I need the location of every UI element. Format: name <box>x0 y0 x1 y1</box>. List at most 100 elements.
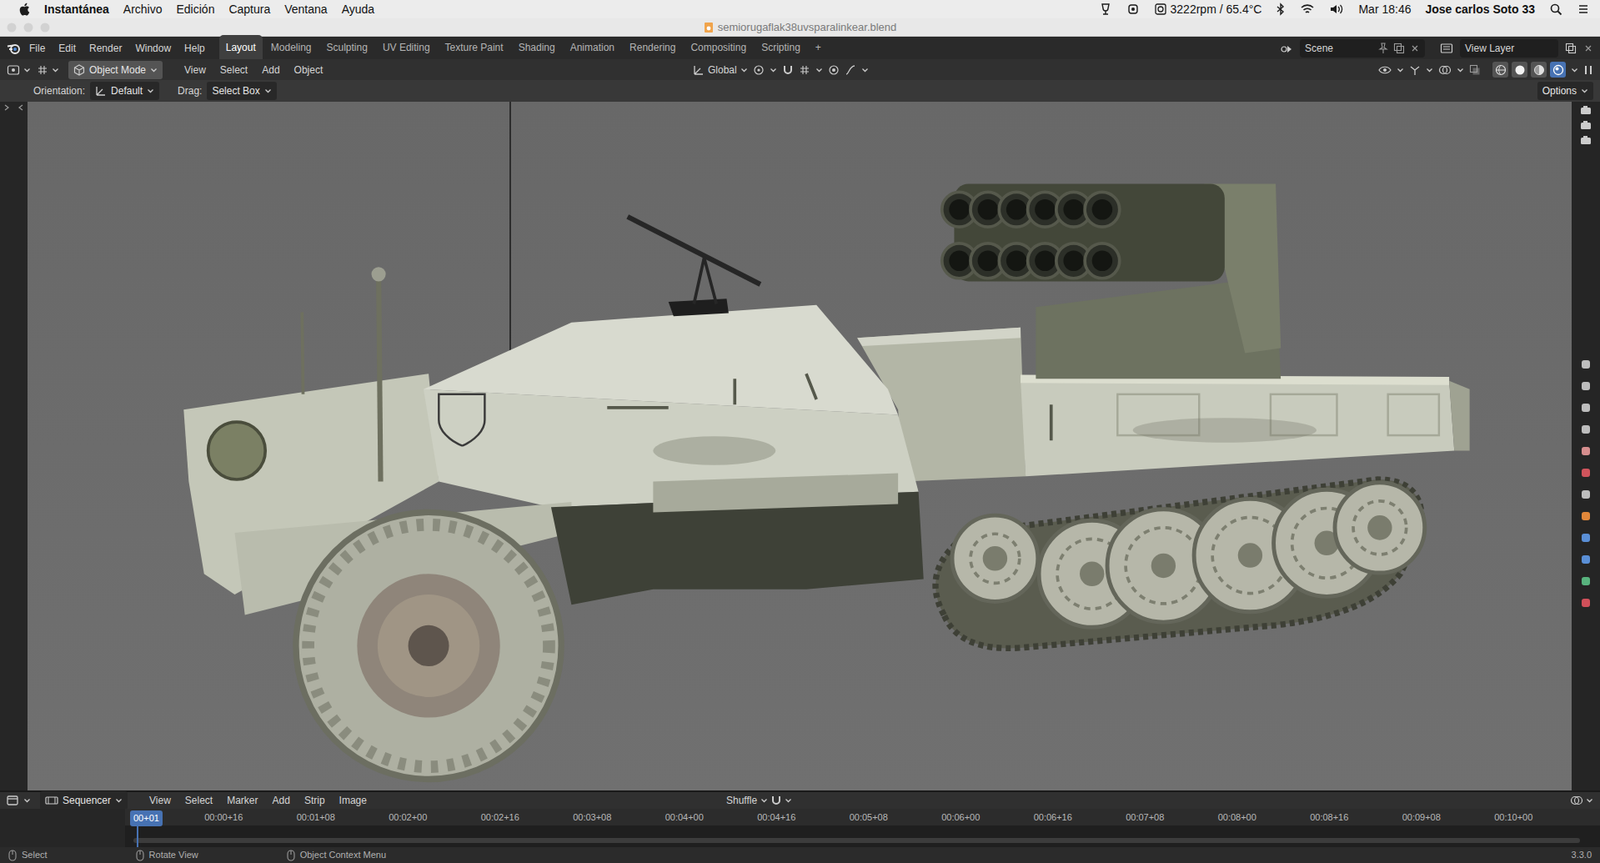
modifier-tab-icon[interactable] <box>1579 531 1592 544</box>
snap-grid-icon[interactable] <box>798 64 811 76</box>
xray-icon[interactable] <box>1469 64 1481 76</box>
sequencer-type-dropdown[interactable]: Sequencer <box>40 791 128 810</box>
falloff-icon[interactable] <box>844 64 857 76</box>
mode-dropdown[interactable]: Object Mode <box>68 60 163 80</box>
editor-type-dropdown[interactable] <box>6 64 31 76</box>
sequencer-menu[interactable]: Image <box>333 790 373 811</box>
viewport-menu[interactable]: Add <box>255 60 286 81</box>
workspace-tab[interactable]: Modeling <box>264 35 319 60</box>
clock[interactable]: Mar 18:46 <box>1358 0 1411 19</box>
bluetooth-icon[interactable] <box>1275 2 1286 16</box>
magnet-icon[interactable] <box>782 64 794 76</box>
scene-tab-icon[interactable] <box>1579 445 1592 457</box>
view-layer-icon[interactable] <box>1439 42 1454 55</box>
expand-icon[interactable] <box>3 103 11 112</box>
user-name[interactable]: Jose carlos Soto 33 <box>1424 0 1535 19</box>
menu-item[interactable]: Edición <box>176 0 216 19</box>
chip-icon[interactable] <box>1126 2 1140 16</box>
options-dropdown[interactable]: Options <box>1537 81 1594 101</box>
wifi-icon[interactable] <box>1299 3 1315 16</box>
top-menu[interactable]: Help <box>178 38 211 59</box>
apple-icon[interactable] <box>18 2 31 16</box>
material-tab-icon[interactable] <box>1579 596 1592 609</box>
menu-item[interactable]: Ventana <box>284 0 327 19</box>
workspace-tab[interactable]: Layout <box>219 35 263 60</box>
horizontal-scrollbar[interactable] <box>133 837 1580 843</box>
playhead[interactable] <box>136 825 139 848</box>
add-workspace-button[interactable]: + <box>808 35 828 60</box>
world-tab-icon[interactable] <box>1579 466 1592 479</box>
workspace-tab[interactable]: Scripting <box>754 35 808 60</box>
sequencer-menu[interactable]: Select <box>179 790 219 811</box>
blender-logo-icon[interactable] <box>6 41 22 56</box>
view-layer-field[interactable]: View Layer <box>1459 39 1559 58</box>
view-layer-selector[interactable]: View Layer <box>1439 39 1594 58</box>
3d-viewport[interactable] <box>27 101 1572 791</box>
close-icon[interactable] <box>1409 43 1420 54</box>
glass-icon[interactable] <box>1098 2 1113 16</box>
editor-type-dropdown[interactable] <box>36 64 60 76</box>
zoom-light-icon[interactable] <box>40 22 51 33</box>
current-frame[interactable]: 00+01 <box>130 810 163 827</box>
camera-icon[interactable] <box>1579 120 1592 131</box>
gizmo-icon[interactable] <box>1409 64 1421 76</box>
sequencer-menu[interactable]: Strip <box>298 790 332 811</box>
shading-button[interactable] <box>1530 61 1547 78</box>
scene-selector[interactable]: Scene <box>1279 39 1425 58</box>
search-icon[interactable] <box>1549 2 1563 16</box>
top-menu[interactable]: Render <box>83 38 128 59</box>
sequencer-menu[interactable]: Marker <box>220 790 264 811</box>
vehicle-render[interactable] <box>27 101 1572 791</box>
minimize-light-icon[interactable] <box>23 22 34 33</box>
view-layer-tab-icon[interactable] <box>1579 423 1592 436</box>
workspace-tab[interactable]: Texture Paint <box>438 35 511 60</box>
collapse-icon[interactable] <box>17 103 25 112</box>
notification-icon[interactable] <box>1576 2 1590 16</box>
output-tab-icon[interactable] <box>1579 401 1592 414</box>
viewport-menu[interactable]: Select <box>214 60 254 81</box>
editor-type-dropdown[interactable] <box>6 794 31 807</box>
top-menu[interactable]: Window <box>129 38 177 59</box>
pin-icon[interactable] <box>1378 42 1389 55</box>
overlay-icon[interactable] <box>1569 794 1584 807</box>
data-tab-icon[interactable] <box>1579 575 1592 587</box>
sequencer-menu[interactable]: Add <box>266 790 296 811</box>
top-menu[interactable]: Edit <box>52 38 82 59</box>
render-tab-icon[interactable] <box>1579 380 1592 392</box>
fan-status[interactable]: 3222rpm / 65.4°C <box>1153 0 1263 19</box>
workspace-tab[interactable]: UV Editing <box>376 35 437 60</box>
shading-button[interactable] <box>1511 61 1528 78</box>
viewport-menu[interactable]: Object <box>288 60 330 81</box>
scene-icon[interactable] <box>1279 42 1294 55</box>
timeline[interactable]: 00:00+1600:01+0800:02+0000:02+1600:03+08… <box>125 808 1600 848</box>
camera-icon[interactable] <box>1579 105 1592 116</box>
collection-tab-icon[interactable] <box>1579 488 1592 501</box>
top-menu[interactable]: File <box>23 38 51 59</box>
copy-icon[interactable] <box>1393 42 1405 55</box>
visibility-icon[interactable] <box>1378 65 1392 76</box>
drag-dropdown[interactable]: Select Box <box>206 81 276 101</box>
object-tab-icon[interactable] <box>1579 510 1592 522</box>
menu-item[interactable]: Archivo <box>123 0 163 19</box>
workspace-tab[interactable]: Shading <box>511 35 562 60</box>
app-menu[interactable]: Instantánea <box>44 0 110 19</box>
snap-icon[interactable] <box>770 794 783 807</box>
proportional-icon[interactable] <box>827 64 840 76</box>
orientation-dropdown[interactable]: Default <box>90 81 160 101</box>
pivot-icon[interactable] <box>752 64 765 76</box>
sequencer-menu[interactable]: View <box>143 790 177 811</box>
tool-tab-icon[interactable] <box>1579 358 1592 371</box>
copy-icon[interactable] <box>1564 42 1577 55</box>
workspace-tab[interactable]: Rendering <box>622 35 683 60</box>
menu-item[interactable]: Captura <box>228 0 271 19</box>
scene-field[interactable]: Scene <box>1299 39 1425 58</box>
overlap-mode-dropdown[interactable]: Shuffle <box>726 792 768 808</box>
volume-icon[interactable] <box>1329 2 1345 16</box>
workspace-tab[interactable]: Animation <box>563 35 622 60</box>
workspace-tab[interactable]: Compositing <box>683 35 753 60</box>
overlay-icon[interactable] <box>1438 64 1452 76</box>
menu-item[interactable]: Ayuda <box>341 0 375 19</box>
close-light-icon[interactable] <box>6 22 17 33</box>
pause-icon[interactable] <box>1583 64 1594 76</box>
camera-icon[interactable] <box>1579 135 1592 146</box>
